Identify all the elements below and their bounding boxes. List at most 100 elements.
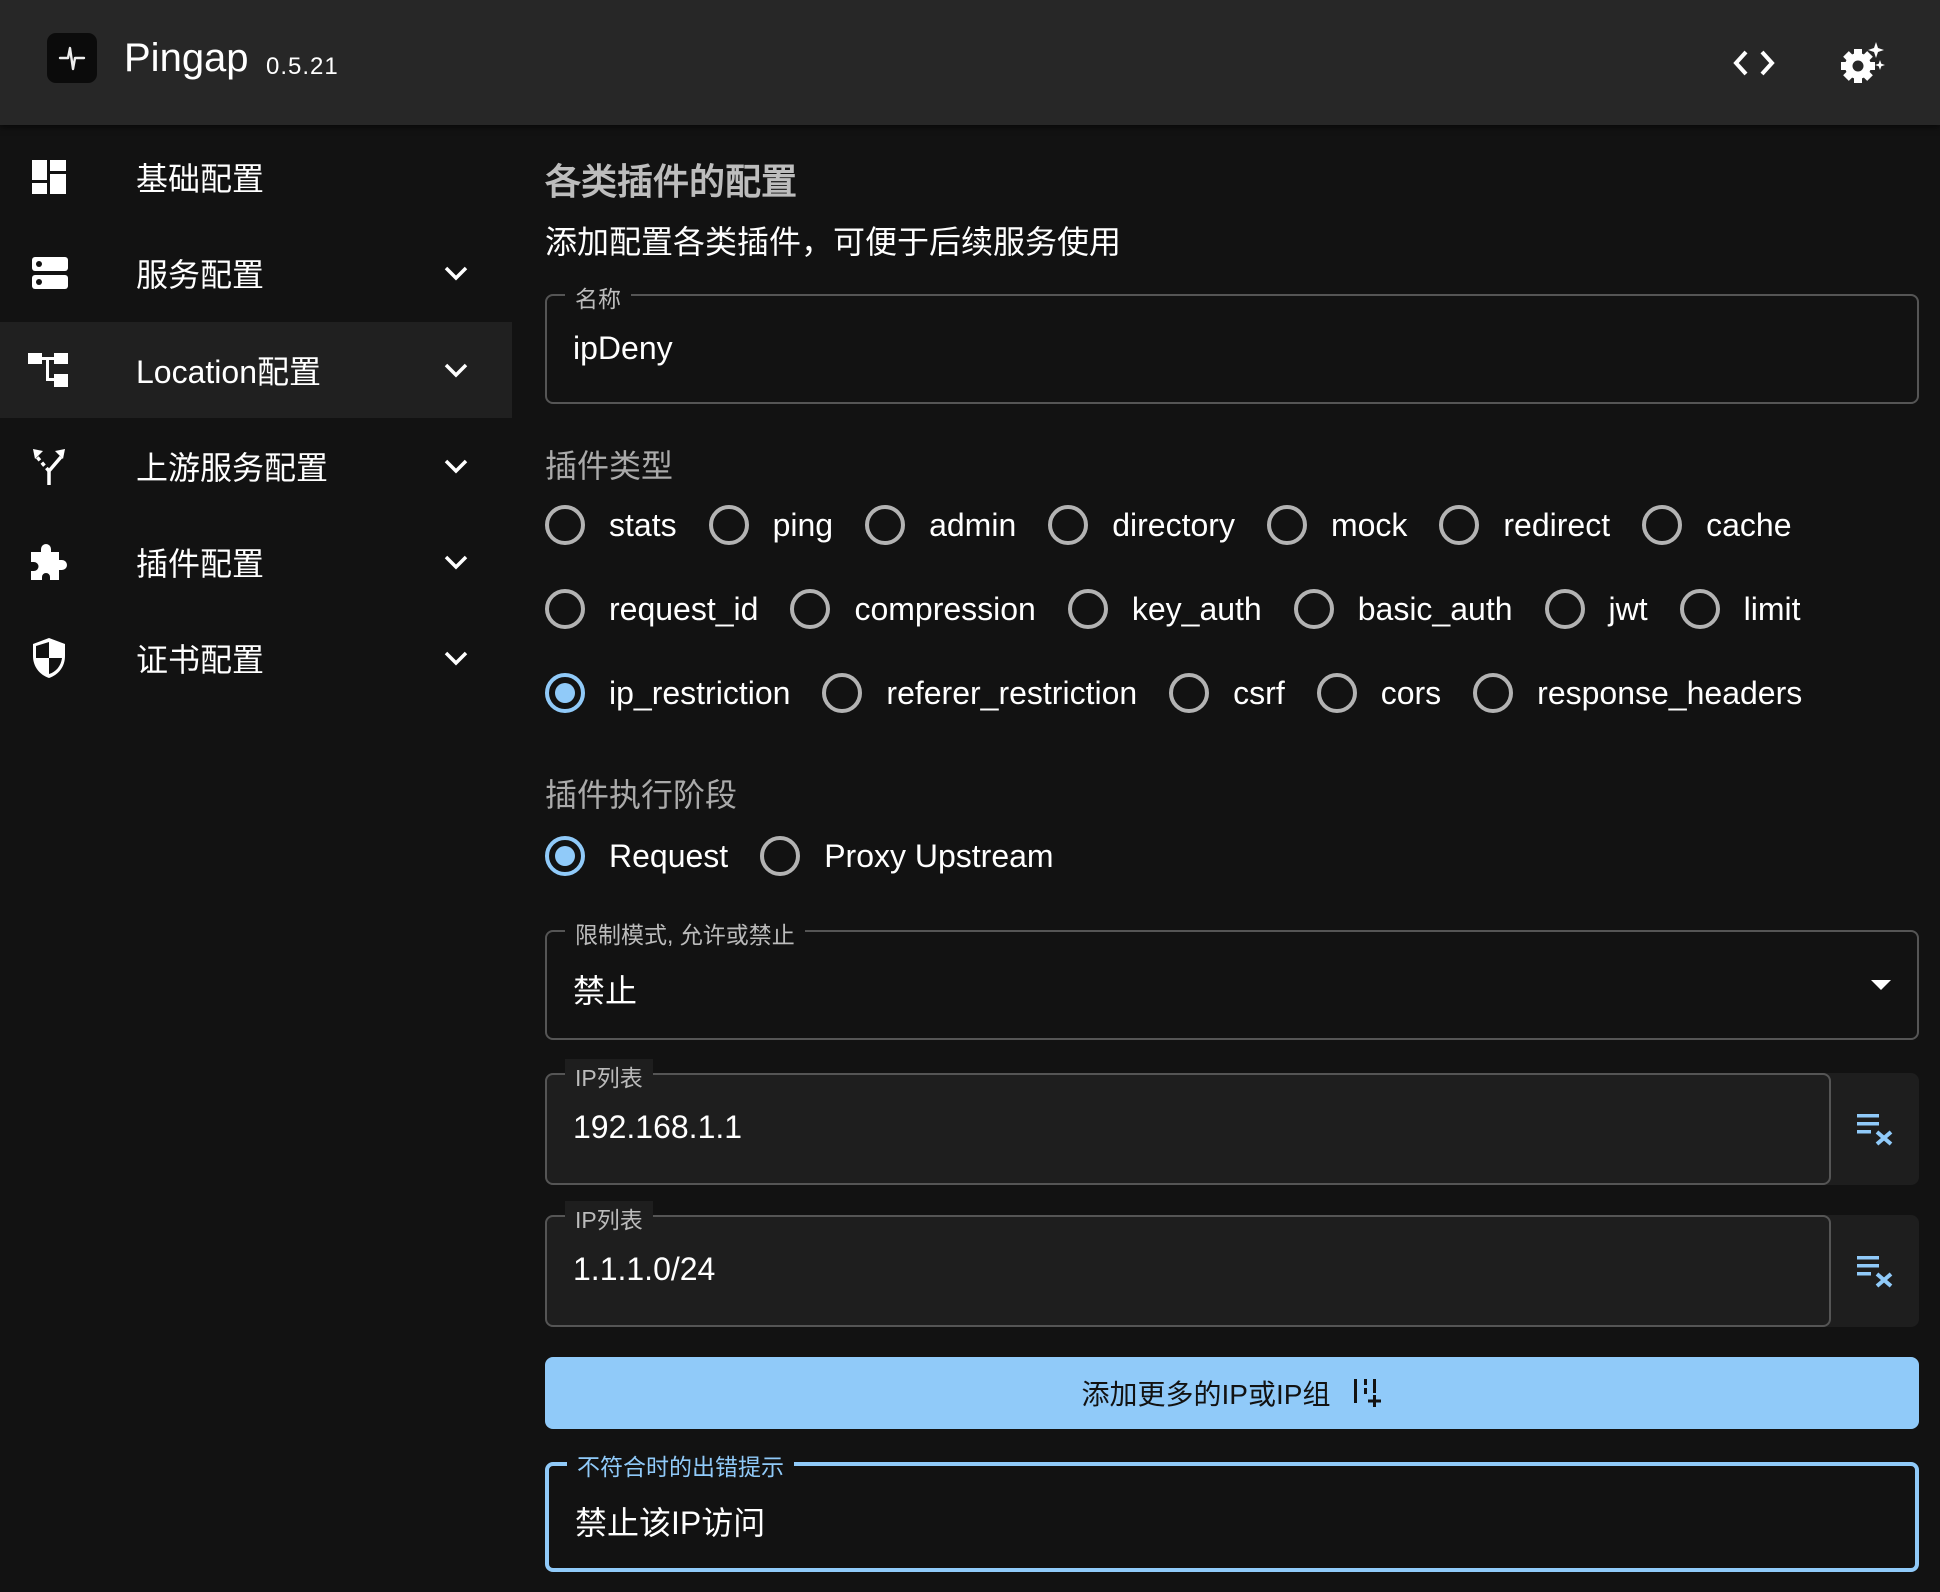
page-title: 各类插件的配置 (545, 161, 798, 202)
ip-list-value[interactable]: 192.168.1.1 (573, 1109, 742, 1146)
sidebar-item-location[interactable]: Location配置 (0, 322, 512, 418)
page-description: 添加配置各类插件，可便于后续服务使用 (545, 224, 1122, 260)
plugin-step-label: 插件执行阶段 (545, 777, 738, 813)
plugin-type-radio-ping[interactable]: ping (708, 505, 834, 545)
plugin-type-radio-ip-restriction[interactable]: ip_restriction (545, 673, 790, 713)
ip-list-row: IP列表 1.1.1.0/24 (545, 1201, 1919, 1327)
radio-label: Proxy Upstream (824, 837, 1054, 874)
radio-label: mock (1330, 506, 1408, 543)
mode-select[interactable]: 限制模式, 允许或禁止 禁止 (545, 916, 1919, 1040)
fork-icon (27, 444, 71, 488)
radio-label: referer_restriction (886, 674, 1138, 711)
code-icon (1733, 50, 1775, 76)
sidebar-item-label: Location配置 (136, 354, 321, 390)
radio-unchecked-icon[interactable] (1642, 505, 1683, 545)
plugin-type-row-2: request_id compression key_auth basic_auth j… (545, 589, 1832, 629)
radio-unchecked-icon[interactable] (545, 589, 585, 629)
pulse-icon (58, 46, 86, 71)
plugin-type-radio-redirect[interactable]: redirect (1439, 505, 1610, 545)
plugin-type-radio-jwt[interactable]: jwt (1544, 589, 1648, 629)
sidebar-item-server[interactable]: 服务配置 (0, 225, 512, 321)
plugin-type-radio-admin[interactable]: admin (865, 505, 1016, 545)
playlist-add-icon (1352, 1377, 1382, 1409)
radio-unchecked-icon[interactable] (865, 505, 906, 545)
error-message-value[interactable]: 禁止该IP访问 (575, 1498, 765, 1544)
plugin-type-radio-response-headers[interactable]: response_headers (1473, 673, 1802, 713)
chevron-down-icon[interactable] (440, 354, 472, 386)
radio-unchecked-icon[interactable] (1048, 505, 1089, 545)
radio-label: Request (609, 837, 729, 874)
dropdown-arrow-icon[interactable] (1871, 980, 1891, 990)
shield-icon (27, 636, 71, 680)
radio-unchecked-icon[interactable] (1169, 673, 1210, 713)
app-logo[interactable] (47, 33, 97, 83)
add-ip-button[interactable]: 添加更多的IP或IP组 (545, 1357, 1919, 1429)
ip-list-input[interactable]: IP列表 1.1.1.0/24 (545, 1201, 1831, 1327)
radio-unchecked-icon[interactable] (545, 505, 585, 545)
radio-label: ping (772, 506, 834, 543)
name-field-value[interactable]: ipDeny (573, 330, 673, 367)
radio-label: jwt (1608, 590, 1648, 627)
sidebar-item-label: 基础配置 (136, 161, 265, 197)
ip-list-value[interactable]: 1.1.1.0/24 (573, 1251, 715, 1288)
dashboard-icon (27, 155, 71, 199)
plugin-type-radio-directory[interactable]: directory (1048, 505, 1235, 545)
plugin-step-radio-proxy-upstream[interactable]: Proxy Upstream (760, 836, 1054, 876)
radio-unchecked-icon[interactable] (1439, 505, 1480, 545)
radio-label: basic_auth (1357, 590, 1513, 627)
ip-list-label: IP列表 (565, 1059, 653, 1093)
radio-unchecked-icon[interactable] (1067, 589, 1108, 629)
radio-unchecked-icon[interactable] (760, 836, 801, 876)
remove-ip-button[interactable] (1831, 1073, 1919, 1185)
chevron-down-icon[interactable] (440, 450, 472, 482)
plugin-type-radio-referer-restriction[interactable]: referer_restriction (822, 673, 1137, 713)
app-header: Pingap 0.5.21 (0, 0, 1940, 125)
plugin-type-radio-mock[interactable]: mock (1266, 505, 1408, 545)
radio-label: directory (1112, 506, 1235, 543)
radio-label: cache (1706, 506, 1792, 543)
name-field-label: 名称 (565, 280, 631, 314)
radio-unchecked-icon[interactable] (1266, 505, 1307, 545)
code-view-button[interactable] (1729, 38, 1779, 88)
app-title: Pingap (124, 36, 249, 80)
radio-unchecked-icon[interactable] (1544, 589, 1585, 629)
sidebar-item-basic[interactable]: 基础配置 (0, 129, 512, 225)
radio-unchecked-icon[interactable] (1473, 673, 1514, 713)
radio-unchecked-icon[interactable] (708, 505, 749, 545)
plugin-type-radio-cache[interactable]: cache (1642, 505, 1791, 545)
radio-label: csrf (1233, 674, 1285, 711)
plugin-type-radio-limit[interactable]: limit (1679, 589, 1800, 629)
name-field[interactable]: 名称 ipDeny (545, 280, 1919, 404)
error-message-label: 不符合时的出错提示 (567, 1448, 794, 1482)
remove-ip-button[interactable] (1831, 1215, 1919, 1327)
sidebar-item-plugin[interactable]: 插件配置 (0, 514, 512, 610)
chevron-down-icon[interactable] (440, 642, 472, 674)
radio-unchecked-icon[interactable] (822, 673, 863, 713)
plugin-type-radio-stats[interactable]: stats (545, 505, 677, 545)
radio-label: response_headers (1537, 674, 1803, 711)
ip-list-input[interactable]: IP列表 192.168.1.1 (545, 1059, 1831, 1185)
plugin-type-radio-basic-auth[interactable]: basic_auth (1293, 589, 1513, 629)
plugin-type-radio-request-id[interactable]: request_id (545, 589, 758, 629)
radio-unchecked-icon[interactable] (1293, 589, 1334, 629)
radio-label: cors (1380, 674, 1442, 711)
radio-label: ip_restriction (609, 674, 791, 711)
sidebar-item-certificate[interactable]: 证书配置 (0, 610, 512, 706)
sidebar-item-upstream[interactable]: 上游服务配置 (0, 418, 512, 514)
plugin-type-radio-cors[interactable]: cors (1316, 673, 1442, 713)
plugin-type-radio-compression[interactable]: compression (790, 589, 1036, 629)
chevron-down-icon[interactable] (440, 257, 472, 289)
radio-unchecked-icon[interactable] (1316, 673, 1357, 713)
radio-label: stats (609, 506, 677, 543)
radio-checked-icon[interactable] (545, 836, 585, 876)
settings-button[interactable] (1838, 38, 1888, 88)
plugin-type-radio-key-auth[interactable]: key_auth (1067, 589, 1262, 629)
radio-checked-icon[interactable] (545, 673, 585, 713)
plugin-step-radio-request[interactable]: Request (545, 836, 728, 876)
radio-unchecked-icon[interactable] (1679, 589, 1720, 629)
radio-unchecked-icon[interactable] (790, 589, 831, 629)
server-icon (27, 251, 71, 295)
error-message-field[interactable]: 不符合时的出错提示 禁止该IP访问 (545, 1448, 1919, 1572)
plugin-type-radio-csrf[interactable]: csrf (1169, 673, 1285, 713)
chevron-down-icon[interactable] (440, 546, 472, 578)
